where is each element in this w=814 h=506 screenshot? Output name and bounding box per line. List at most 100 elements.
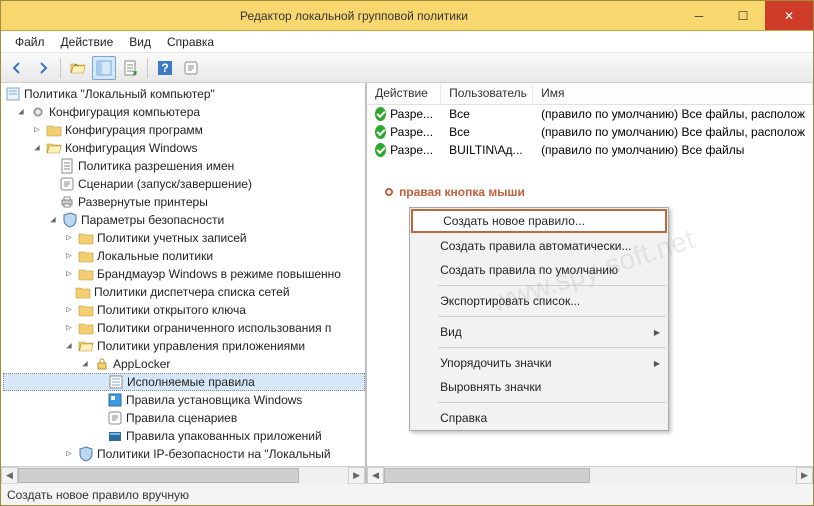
doc-icon bbox=[59, 158, 75, 174]
tree-item[interactable]: ▷Локальные политики bbox=[3, 247, 365, 265]
ctx-create-new-rule[interactable]: Создать новое правило... bbox=[411, 209, 667, 233]
titlebar: Редактор локальной групповой политики ─ … bbox=[1, 1, 813, 31]
tree-item[interactable]: ◢Параметры безопасности bbox=[3, 211, 365, 229]
shield-icon bbox=[78, 446, 94, 462]
package-icon bbox=[107, 428, 123, 444]
folder-icon bbox=[46, 122, 62, 138]
tree-item[interactable]: ▷Политики ограниченного использования п bbox=[3, 319, 365, 337]
list-h-scrollbar[interactable]: ◀ ▶ bbox=[367, 466, 813, 483]
toolbar: ? bbox=[1, 53, 813, 83]
col-user[interactable]: Пользователь bbox=[441, 83, 533, 104]
window-title: Редактор локальной групповой политики bbox=[31, 9, 677, 23]
maximize-button[interactable]: ☐ bbox=[721, 1, 765, 30]
gear-icon bbox=[30, 104, 46, 120]
folder-icon bbox=[78, 320, 94, 336]
tree-item[interactable]: ▷Политики IP-безопасности на "Локальный bbox=[3, 445, 365, 463]
list-row[interactable]: Разре... Все (правило по умолчанию) Все … bbox=[367, 105, 813, 123]
expand-icon[interactable]: ◢ bbox=[31, 143, 43, 153]
lock-icon bbox=[94, 356, 110, 372]
list-body[interactable]: Разре... Все (правило по умолчанию) Все … bbox=[367, 105, 813, 466]
tree-item[interactable]: ▷Конфигурация программ bbox=[3, 121, 365, 139]
col-action[interactable]: Действие bbox=[367, 83, 441, 104]
folder-icon bbox=[78, 230, 94, 246]
menu-help[interactable]: Справка bbox=[159, 35, 222, 49]
expand-icon[interactable]: ◢ bbox=[47, 215, 59, 225]
list-pane: Действие Пользователь Имя Разре... Все (… bbox=[367, 83, 813, 483]
expand-icon[interactable]: ▷ bbox=[63, 323, 75, 333]
folder-icon bbox=[78, 302, 94, 318]
tree-item[interactable]: Правила упакованных приложений bbox=[3, 427, 365, 445]
tree-root[interactable]: Политика "Локальный компьютер" bbox=[3, 85, 365, 103]
scroll-icon bbox=[59, 176, 75, 192]
scroll-icon bbox=[107, 410, 123, 426]
ctx-help[interactable]: Справка bbox=[410, 406, 668, 430]
ctx-separator bbox=[438, 316, 666, 317]
expand-icon[interactable]: ◢ bbox=[79, 359, 91, 369]
tree-pane: Политика "Локальный компьютер" ◢Конфигур… bbox=[1, 83, 367, 483]
annotation-dot-icon bbox=[385, 188, 393, 196]
status-text: Создать новое правило вручную bbox=[7, 488, 189, 502]
list-row[interactable]: Разре... Все (правило по умолчанию) Все … bbox=[367, 123, 813, 141]
menu-file[interactable]: Файл bbox=[7, 35, 53, 49]
help-button[interactable]: ? bbox=[153, 56, 177, 80]
tree-item[interactable]: ▷Политики открытого ключа bbox=[3, 301, 365, 319]
tree-item[interactable]: Сценарии (запуск/завершение) bbox=[3, 175, 365, 193]
tree-item[interactable]: ◢AppLocker bbox=[3, 355, 365, 373]
tree-item[interactable]: Политика разрешения имен bbox=[3, 157, 365, 175]
refresh-button[interactable] bbox=[179, 56, 203, 80]
tree-item[interactable]: Правила установщика Windows bbox=[3, 391, 365, 409]
tree-item[interactable]: ◢Конфигурация компьютера bbox=[3, 103, 365, 121]
scroll-right-arrow[interactable]: ▶ bbox=[348, 467, 365, 484]
expand-icon[interactable]: ▷ bbox=[63, 251, 75, 261]
allow-icon bbox=[375, 107, 386, 121]
tree-item[interactable]: ▷Брандмауэр Windows в режиме повышенно bbox=[3, 265, 365, 283]
allow-icon bbox=[375, 125, 386, 139]
ctx-arrange-icons[interactable]: Упорядочить значки bbox=[410, 351, 668, 375]
ctx-separator bbox=[438, 402, 666, 403]
menu-view[interactable]: Вид bbox=[121, 35, 159, 49]
menu-action[interactable]: Действие bbox=[53, 35, 122, 49]
export-button[interactable] bbox=[118, 56, 142, 80]
back-button[interactable] bbox=[5, 56, 29, 80]
menubar: Файл Действие Вид Справка bbox=[1, 31, 813, 53]
tree-item-selected[interactable]: Исполняемые правила bbox=[3, 373, 365, 391]
tree-item[interactable]: ◢Политики управления приложениями bbox=[3, 337, 365, 355]
expand-icon[interactable]: ▷ bbox=[63, 305, 75, 315]
ctx-view[interactable]: Вид bbox=[410, 320, 668, 344]
app-icon bbox=[107, 392, 123, 408]
annotation: правая кнопка мыши bbox=[385, 185, 525, 199]
folder-open-icon bbox=[78, 338, 94, 354]
expand-icon[interactable]: ▷ bbox=[31, 125, 43, 135]
folder-open-icon bbox=[46, 140, 62, 156]
expand-icon[interactable]: ◢ bbox=[63, 341, 75, 351]
scroll-right-arrow[interactable]: ▶ bbox=[796, 467, 813, 484]
col-name[interactable]: Имя bbox=[533, 83, 813, 104]
expand-icon[interactable]: ▷ bbox=[63, 269, 75, 279]
up-button[interactable] bbox=[66, 56, 90, 80]
ctx-align-icons[interactable]: Выровнять значки bbox=[410, 375, 668, 399]
ctx-export-list[interactable]: Экспортировать список... bbox=[410, 289, 668, 313]
allow-icon bbox=[375, 143, 386, 157]
tree-item[interactable]: ▷Политики учетных записей bbox=[3, 229, 365, 247]
forward-button[interactable] bbox=[31, 56, 55, 80]
tree-item[interactable]: ◢Конфигурация Windows bbox=[3, 139, 365, 157]
list-row[interactable]: Разре... BUILTIN\Ад... (правило по умолч… bbox=[367, 141, 813, 159]
expand-icon[interactable]: ▷ bbox=[63, 233, 75, 243]
window: Редактор локальной групповой политики ─ … bbox=[0, 0, 814, 506]
tree-item[interactable]: Политики диспетчера списка сетей bbox=[3, 283, 365, 301]
close-button[interactable]: ✕ bbox=[765, 1, 813, 30]
scroll-left-arrow[interactable]: ◀ bbox=[1, 467, 18, 484]
ctx-create-default[interactable]: Создать правила по умолчанию bbox=[410, 258, 668, 282]
minimize-button[interactable]: ─ bbox=[677, 1, 721, 30]
scroll-left-arrow[interactable]: ◀ bbox=[367, 467, 384, 484]
expand-icon[interactable]: ▷ bbox=[63, 449, 75, 459]
tree-h-scrollbar[interactable]: ◀ ▶ bbox=[1, 466, 365, 483]
tree-item[interactable]: Правила сценариев bbox=[3, 409, 365, 427]
printer-icon bbox=[59, 194, 75, 210]
tree-item[interactable]: Развернутые принтеры bbox=[3, 193, 365, 211]
list-icon bbox=[108, 374, 124, 390]
show-tree-button[interactable] bbox=[92, 56, 116, 80]
tree[interactable]: Политика "Локальный компьютер" ◢Конфигур… bbox=[1, 83, 365, 466]
expand-icon[interactable]: ◢ bbox=[15, 107, 27, 117]
ctx-create-auto[interactable]: Создать правила автоматически... bbox=[410, 234, 668, 258]
